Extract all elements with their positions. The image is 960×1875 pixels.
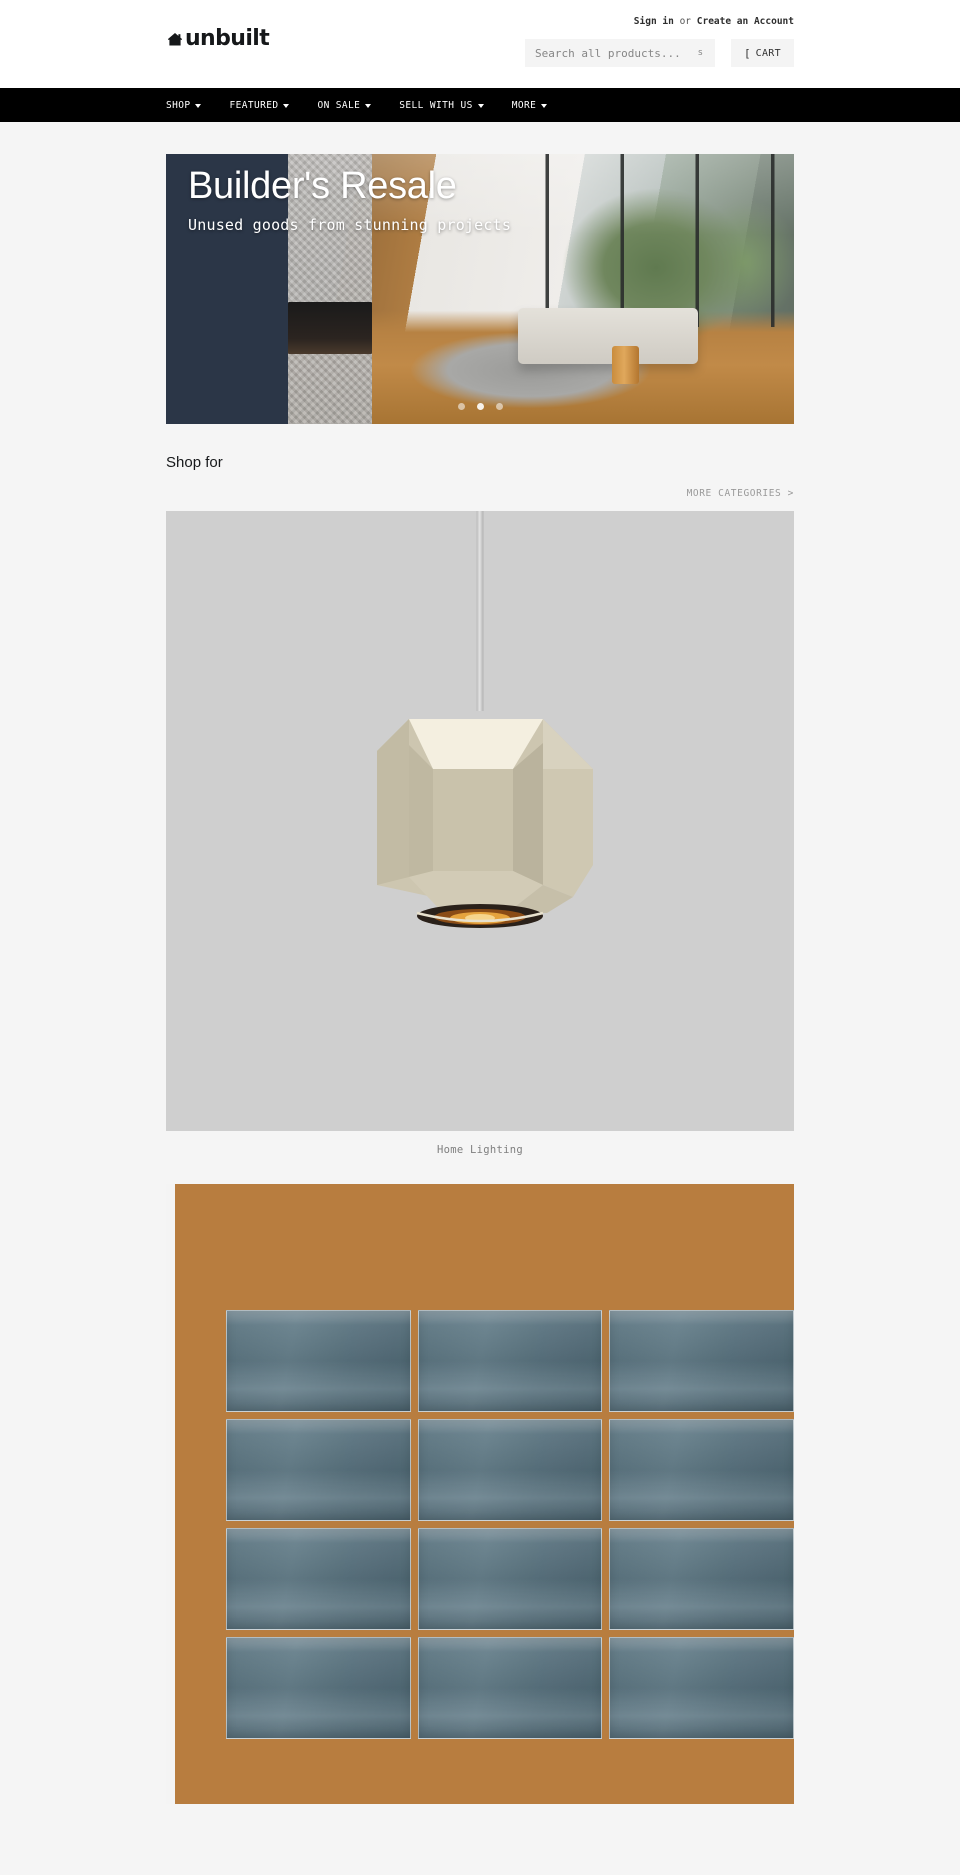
create-account-link[interactable]: Create an Account: [697, 16, 794, 27]
cart-icon: [: [744, 46, 751, 60]
main-navigation: SHOP FEATURED ON SALE SELL WITH US MORE: [0, 88, 960, 122]
hero-title: Builder's Resale: [188, 165, 457, 207]
header-actions: s [ CART: [525, 39, 794, 67]
hero-banner[interactable]: Builder's Resale Unused goods from stunn…: [166, 154, 794, 424]
shop-for-heading: Shop for: [166, 454, 223, 471]
cart-button[interactable]: [ CART: [731, 39, 794, 67]
category-image-home-lighting[interactable]: [166, 511, 794, 1131]
chevron-down-icon: [195, 104, 202, 108]
site-logo[interactable]: unbuilt: [166, 26, 270, 51]
tile-piece: [417, 1637, 603, 1739]
header-inner: unbuilt Sign in or Create an Account s […: [166, 0, 794, 88]
tile-piece: [226, 1310, 411, 1412]
category-caption: [166, 1804, 794, 1823]
pendant-lamp-photo: [166, 511, 794, 1131]
tile-piece: [226, 1528, 411, 1630]
nav-item-shop[interactable]: SHOP: [166, 100, 229, 111]
nav-item-on-sale[interactable]: ON SALE: [317, 100, 399, 111]
hero-stool: [611, 345, 639, 384]
tile-piece: [417, 1310, 603, 1412]
lamp-cord: [476, 511, 484, 711]
nav-item-featured[interactable]: FEATURED: [229, 100, 317, 111]
chevron-down-icon: [365, 104, 372, 108]
search-box[interactable]: s: [525, 39, 715, 67]
tile-piece: [417, 1419, 603, 1521]
nav-item-label: SHOP: [166, 99, 191, 111]
nav-item-label: SELL WITH US: [399, 99, 473, 111]
more-categories-row: MORE CATEGORIES >: [166, 483, 794, 501]
sign-in-link[interactable]: Sign in: [634, 16, 674, 27]
nav-item-more[interactable]: MORE: [512, 100, 575, 111]
site-header: unbuilt Sign in or Create an Account s […: [0, 0, 960, 88]
carousel-dots: [166, 403, 794, 410]
category-caption: Home Lighting: [436, 1144, 524, 1156]
hero-window-mullions: [505, 154, 794, 327]
account-separator: or: [679, 16, 692, 27]
nav-item-label: FEATURED: [229, 99, 279, 111]
carousel-dot-2[interactable]: [476, 403, 484, 410]
nav-item-label: MORE: [511, 99, 537, 111]
chevron-down-icon: [283, 104, 290, 108]
hero-sofa: [517, 307, 698, 364]
house-icon: [166, 30, 184, 48]
nav-item-label: ON SALE: [317, 99, 361, 111]
tile-piece: [609, 1528, 794, 1630]
tile-grid: [226, 1310, 794, 1804]
cart-label: CART: [755, 47, 781, 59]
search-input[interactable]: [535, 46, 696, 60]
category-card-home-lighting[interactable]: Home Lighting: [166, 511, 794, 1162]
category-card-tile[interactable]: [166, 1184, 794, 1823]
tile-piece: [226, 1419, 411, 1521]
tile-scene-left-margin: [166, 1184, 175, 1804]
tile-piece: [417, 1528, 603, 1630]
navigation-inner: SHOP FEATURED ON SALE SELL WITH US MORE: [166, 88, 794, 122]
tile-piece: [609, 1637, 794, 1739]
lamp-shade: [347, 707, 613, 939]
tile-piece: [609, 1310, 794, 1412]
carousel-dot-1[interactable]: [457, 403, 465, 410]
chevron-down-icon: [477, 104, 484, 108]
search-submit-button[interactable]: s: [696, 48, 705, 58]
more-categories-link[interactable]: MORE CATEGORIES >: [687, 488, 794, 499]
page-root: unbuilt Sign in or Create an Account s […: [0, 0, 960, 1823]
blue-subway-tile-photo: [166, 1184, 794, 1804]
tile-piece: [226, 1637, 411, 1739]
hero-text-block: Builder's Resale Unused goods from stunn…: [188, 165, 512, 234]
tile-piece: [609, 1419, 794, 1521]
category-image-tile[interactable]: [166, 1184, 794, 1804]
account-links: Sign in or Create an Account: [634, 16, 794, 27]
carousel-dot-3[interactable]: [495, 403, 503, 410]
chevron-down-icon: [541, 104, 548, 108]
nav-item-sell-with-us[interactable]: SELL WITH US: [399, 100, 511, 111]
hero-subtitle: Unused goods from stunning projects: [188, 215, 512, 234]
hero-fireplace: [288, 302, 372, 354]
main-content: Builder's Resale Unused goods from stunn…: [166, 122, 794, 1823]
logo-wordmark: unbuilt: [185, 26, 270, 51]
